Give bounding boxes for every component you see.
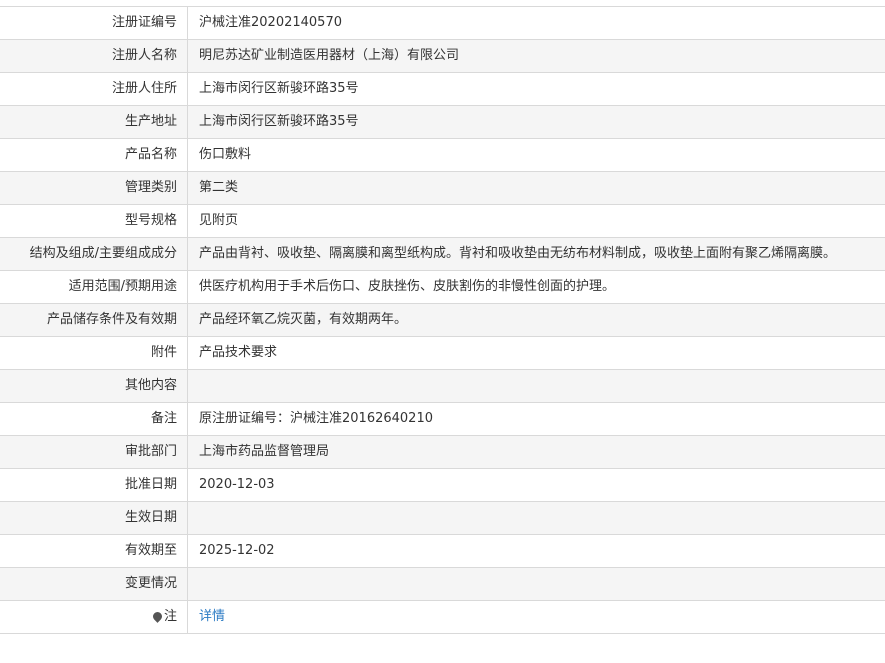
field-label: 变更情况 — [0, 568, 188, 600]
field-label: 型号规格 — [0, 205, 188, 237]
field-value — [188, 502, 885, 534]
field-label: 审批部门 — [0, 436, 188, 468]
field-value: 产品技术要求 — [199, 345, 278, 360]
field-value: 上海市闵行区新骏环路35号 — [199, 114, 359, 129]
field-label: 注 — [0, 601, 188, 633]
row-production-address: 生产地址 上海市闵行区新骏环路35号 — [0, 106, 885, 139]
row-note: 注 详情 — [0, 601, 885, 634]
row-valid-until: 有效期至 2025-12-02 — [0, 535, 885, 568]
row-product-name: 产品名称 伤口敷料 — [0, 139, 885, 172]
row-intended-use: 适用范围/预期用途 供医疗机构用于手术后伤口、皮肤挫伤、皮肤割伤的非慢性创面的护… — [0, 271, 885, 304]
pin-icon — [151, 610, 164, 623]
registration-info-table: 注册证编号 沪械注准20202140570 注册人名称 明尼苏达矿业制造医用器材… — [0, 6, 885, 634]
field-value: 上海市闵行区新骏环路35号 — [199, 81, 359, 96]
row-structure-composition: 结构及组成/主要组成成分 产品由背衬、吸收垫、隔离膜和离型纸构成。背衬和吸收垫由… — [0, 238, 885, 271]
field-label: 生效日期 — [0, 502, 188, 534]
field-value: 明尼苏达矿业制造医用器材（上海）有限公司 — [199, 48, 460, 63]
field-value: 沪械注准20202140570 — [199, 15, 342, 30]
field-value: 产品由背衬、吸收垫、隔离膜和离型纸构成。背衬和吸收垫由无纺布材料制成，吸收垫上面… — [199, 246, 837, 261]
details-link[interactable]: 详情 — [199, 609, 225, 624]
field-label: 批准日期 — [0, 469, 188, 501]
field-value: 供医疗机构用于手术后伤口、皮肤挫伤、皮肤割伤的非慢性创面的护理。 — [199, 279, 616, 294]
row-change-status: 变更情况 — [0, 568, 885, 601]
row-other-content: 其他内容 — [0, 370, 885, 403]
note-label: 注 — [163, 609, 177, 624]
field-value — [188, 568, 885, 600]
field-value: 2025-12-02 — [199, 543, 275, 558]
field-label: 其他内容 — [0, 370, 188, 402]
field-value: 2020-12-03 — [199, 477, 275, 492]
field-value: 上海市药品监督管理局 — [199, 444, 330, 459]
field-label: 产品名称 — [0, 139, 188, 171]
field-label: 结构及组成/主要组成成分 — [0, 238, 188, 270]
field-label: 生产地址 — [0, 106, 188, 138]
field-label: 注册证编号 — [0, 7, 188, 39]
field-label: 适用范围/预期用途 — [0, 271, 188, 303]
field-label: 备注 — [0, 403, 188, 435]
row-attachment: 附件 产品技术要求 — [0, 337, 885, 370]
row-registration-number: 注册证编号 沪械注准20202140570 — [0, 7, 885, 40]
field-label: 管理类别 — [0, 172, 188, 204]
row-approval-date: 批准日期 2020-12-03 — [0, 469, 885, 502]
row-model-spec: 型号规格 见附页 — [0, 205, 885, 238]
row-storage-validity: 产品储存条件及有效期 产品经环氧乙烷灭菌，有效期两年。 — [0, 304, 885, 337]
field-label: 注册人名称 — [0, 40, 188, 72]
field-value: 见附页 — [199, 213, 239, 228]
field-label: 产品储存条件及有效期 — [0, 304, 188, 336]
field-label: 附件 — [0, 337, 188, 369]
field-value: 原注册证编号：沪械注准20162640210 — [199, 411, 433, 426]
field-value: 伤口敷料 — [199, 147, 252, 162]
row-management-class: 管理类别 第二类 — [0, 172, 885, 205]
field-value: 详情 — [188, 601, 885, 633]
field-value — [188, 370, 885, 402]
row-approval-department: 审批部门 上海市药品监督管理局 — [0, 436, 885, 469]
field-label: 有效期至 — [0, 535, 188, 567]
field-label: 注册人住所 — [0, 73, 188, 105]
row-registrant-name: 注册人名称 明尼苏达矿业制造医用器材（上海）有限公司 — [0, 40, 885, 73]
row-effective-date: 生效日期 — [0, 502, 885, 535]
row-remarks: 备注 原注册证编号：沪械注准20162640210 — [0, 403, 885, 436]
field-value: 产品经环氧乙烷灭菌，有效期两年。 — [199, 312, 408, 327]
field-value: 第二类 — [199, 180, 239, 195]
row-registrant-address: 注册人住所 上海市闵行区新骏环路35号 — [0, 73, 885, 106]
